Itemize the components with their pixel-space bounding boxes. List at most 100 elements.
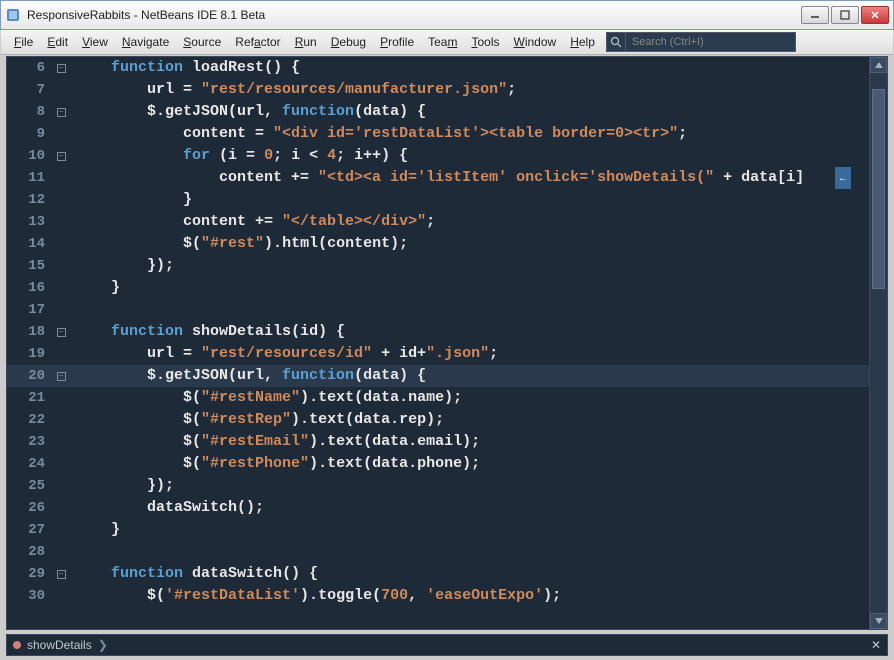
code-text[interactable]: $.getJSON(url, function(data) {	[69, 101, 869, 123]
menu-team[interactable]: Team	[421, 30, 464, 55]
fold-toggle-icon[interactable]: −	[57, 64, 66, 73]
menu-edit[interactable]: Edit	[40, 30, 75, 55]
line-number: 9	[7, 123, 53, 145]
code-line-19[interactable]: 19 url = "rest/resources/id" + id+".json…	[7, 343, 869, 365]
code-line-15[interactable]: 15 });	[7, 255, 869, 277]
line-number: 14	[7, 233, 53, 255]
line-number: 30	[7, 585, 53, 607]
breadcrumb-function[interactable]: showDetails	[27, 638, 92, 652]
menu-file[interactable]: File	[7, 30, 40, 55]
fold-gutter[interactable]: −	[53, 57, 69, 79]
code-line-18[interactable]: 18− function showDetails(id) {	[7, 321, 869, 343]
scroll-thumb[interactable]	[872, 89, 885, 289]
code-text[interactable]: function dataSwitch() {	[69, 563, 869, 585]
code-text[interactable]: $("#restPhone").text(data.phone);	[69, 453, 869, 475]
code-text[interactable]: $("#restRep").text(data.rep);	[69, 409, 869, 431]
code-line-16[interactable]: 16 }	[7, 277, 869, 299]
fold-toggle-icon[interactable]: −	[57, 372, 66, 381]
fold-toggle-icon[interactable]: −	[57, 108, 66, 117]
code-line-28[interactable]: 28	[7, 541, 869, 563]
code-text[interactable]: dataSwitch();	[69, 497, 869, 519]
code-text[interactable]: url = "rest/resources/id" + id+".json";	[69, 343, 869, 365]
code-text[interactable]: $("#rest").html(content);	[69, 233, 869, 255]
code-line-24[interactable]: 24 $("#restPhone").text(data.phone);	[7, 453, 869, 475]
code-text[interactable]: });	[69, 475, 869, 497]
breadcrumb-close-button[interactable]: ✕	[871, 638, 881, 652]
menu-profile[interactable]: Profile	[373, 30, 421, 55]
line-number: 25	[7, 475, 53, 497]
line-number: 21	[7, 387, 53, 409]
code-text[interactable]: for (i = 0; i < 4; i++) {	[69, 145, 869, 167]
fold-gutter	[53, 453, 69, 475]
code-text[interactable]: function showDetails(id) {	[69, 321, 869, 343]
fold-gutter[interactable]: −	[53, 321, 69, 343]
menu-view[interactable]: View	[75, 30, 115, 55]
code-text[interactable]: content += "</table></div>";	[69, 211, 869, 233]
code-line-27[interactable]: 27 }	[7, 519, 869, 541]
maximize-button[interactable]	[831, 6, 859, 24]
line-number: 15	[7, 255, 53, 277]
code-text[interactable]: $.getJSON(url, function(data) {	[69, 365, 869, 387]
code-line-29[interactable]: 29− function dataSwitch() {	[7, 563, 869, 585]
code-line-17[interactable]: 17	[7, 299, 869, 321]
code-line-10[interactable]: 10− for (i = 0; i < 4; i++) {	[7, 145, 869, 167]
code-text[interactable]: $("#restName").text(data.name);	[69, 387, 869, 409]
menu-debug[interactable]: Debug	[324, 30, 373, 55]
code-line-26[interactable]: 26 dataSwitch();	[7, 497, 869, 519]
code-text[interactable]: function loadRest() {	[69, 57, 869, 79]
code-line-8[interactable]: 8− $.getJSON(url, function(data) {	[7, 101, 869, 123]
code-line-11[interactable]: 11 content += "<td><a id='listItem' oncl…	[7, 167, 869, 189]
menu-source[interactable]: Source	[176, 30, 228, 55]
code-line-6[interactable]: 6− function loadRest() {	[7, 57, 869, 79]
menu-navigate[interactable]: Navigate	[115, 30, 176, 55]
code-text[interactable]	[69, 541, 869, 563]
menu-help[interactable]: Help	[563, 30, 602, 55]
search-input[interactable]	[626, 32, 796, 52]
code-editor[interactable]: 6− function loadRest() {7 url = "rest/re…	[6, 56, 888, 630]
code-text[interactable]: $("#restEmail").text(data.email);	[69, 431, 869, 453]
code-line-14[interactable]: 14 $("#rest").html(content);	[7, 233, 869, 255]
menu-tools[interactable]: Tools	[464, 30, 506, 55]
code-text[interactable]: url = "rest/resources/manufacturer.json"…	[69, 79, 869, 101]
code-text[interactable]	[69, 299, 869, 321]
code-text[interactable]: }	[69, 277, 869, 299]
code-line-30[interactable]: 30 $('#restDataList').toggle(700, 'easeO…	[7, 585, 869, 607]
code-line-23[interactable]: 23 $("#restEmail").text(data.email);	[7, 431, 869, 453]
code-text[interactable]: content += "<td><a id='listItem' onclick…	[69, 167, 869, 189]
fold-toggle-icon[interactable]: −	[57, 570, 66, 579]
close-button[interactable]	[861, 6, 889, 24]
fold-gutter	[53, 431, 69, 453]
fold-gutter[interactable]: −	[53, 365, 69, 387]
line-overflow-indicator[interactable]: ←	[835, 167, 851, 189]
code-text[interactable]: }	[69, 519, 869, 541]
code-line-12[interactable]: 12 }	[7, 189, 869, 211]
fold-gutter	[53, 299, 69, 321]
scroll-up-button[interactable]	[870, 57, 887, 73]
menu-run[interactable]: Run	[288, 30, 324, 55]
code-text[interactable]: $('#restDataList').toggle(700, 'easeOutE…	[69, 585, 869, 607]
menu-refactor[interactable]: Refactor	[228, 30, 287, 55]
scroll-down-button[interactable]	[870, 613, 887, 629]
code-line-25[interactable]: 25 });	[7, 475, 869, 497]
fold-toggle-icon[interactable]: −	[57, 328, 66, 337]
code-text[interactable]: }	[69, 189, 869, 211]
code-line-20[interactable]: 20− $.getJSON(url, function(data) {	[7, 365, 869, 387]
fold-gutter[interactable]: −	[53, 145, 69, 167]
fold-gutter	[53, 519, 69, 541]
code-line-7[interactable]: 7 url = "rest/resources/manufacturer.jso…	[7, 79, 869, 101]
code-text[interactable]: });	[69, 255, 869, 277]
fold-gutter[interactable]: −	[53, 101, 69, 123]
code-text[interactable]: content = "<div id='restDataList'><table…	[69, 123, 869, 145]
code-line-22[interactable]: 22 $("#restRep").text(data.rep);	[7, 409, 869, 431]
fold-gutter	[53, 541, 69, 563]
fold-gutter	[53, 585, 69, 607]
code-line-21[interactable]: 21 $("#restName").text(data.name);	[7, 387, 869, 409]
line-number: 26	[7, 497, 53, 519]
menu-window[interactable]: Window	[507, 30, 564, 55]
fold-toggle-icon[interactable]: −	[57, 152, 66, 161]
fold-gutter[interactable]: −	[53, 563, 69, 585]
minimize-button[interactable]	[801, 6, 829, 24]
code-line-9[interactable]: 9 content = "<div id='restDataList'><tab…	[7, 123, 869, 145]
code-line-13[interactable]: 13 content += "</table></div>";	[7, 211, 869, 233]
vertical-scrollbar[interactable]	[869, 57, 887, 629]
